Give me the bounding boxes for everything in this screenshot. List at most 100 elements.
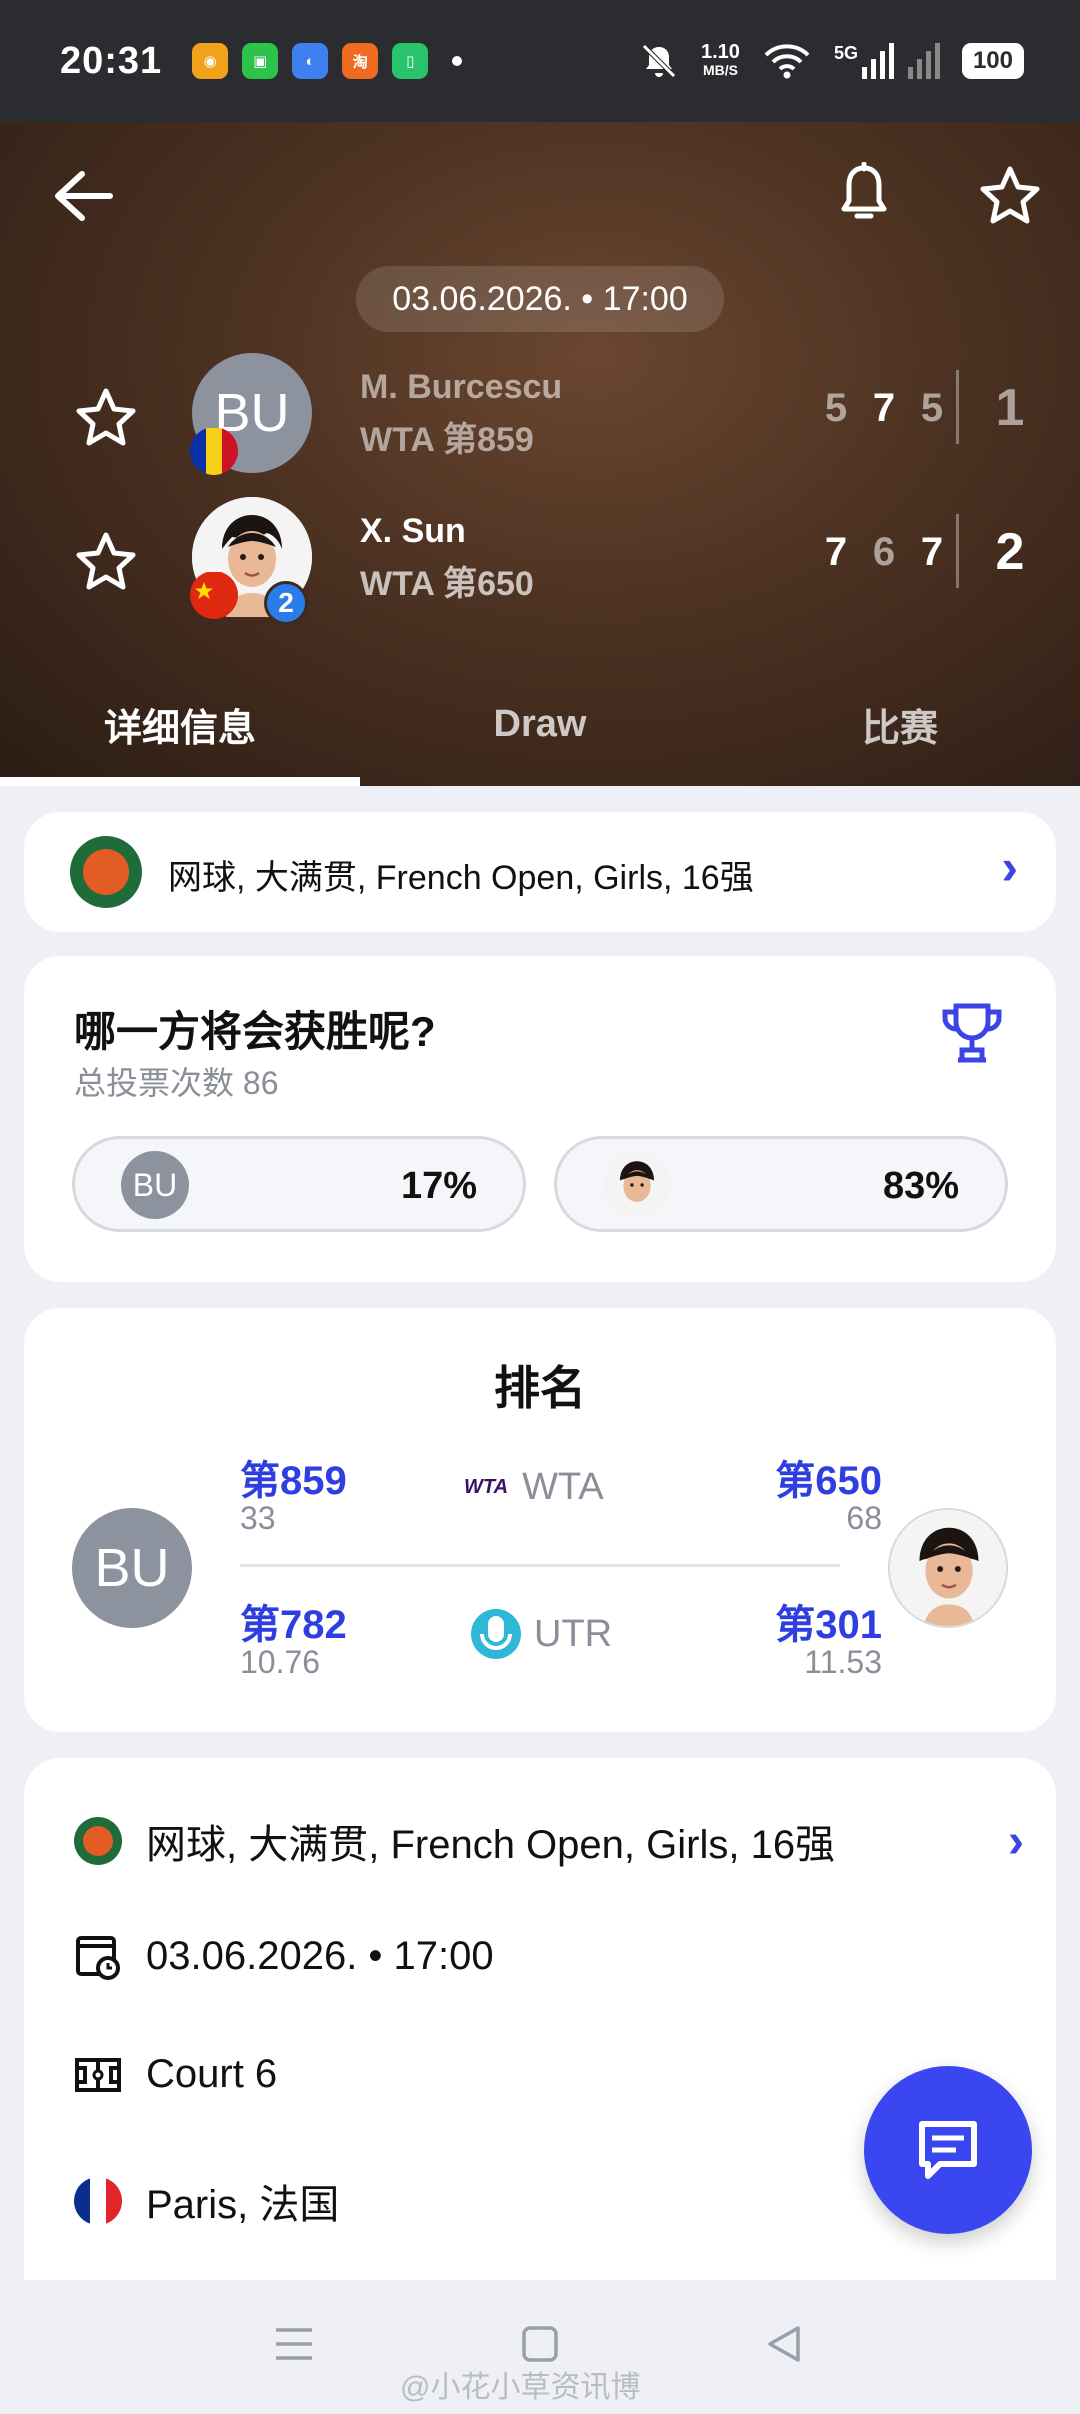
tab-details[interactable]: 详细信息: [0, 662, 360, 786]
status-time: 20:31: [60, 39, 163, 82]
score-divider: [956, 370, 959, 444]
menu-icon[interactable]: [274, 2324, 314, 2364]
info-location-row: Paris, 法国: [74, 2172, 339, 2230]
player2-avatar: 2: [190, 497, 312, 625]
vote-player2-button[interactable]: 83%: [554, 1136, 1008, 1232]
wta-p1-points: 33: [240, 1500, 276, 1536]
wta-logo-icon: WTA: [464, 1476, 509, 1498]
mute-icon: [642, 44, 676, 78]
phone-manager-icon: ▯: [392, 43, 429, 79]
tournament-breadcrumb: 网球, 大满贯, French Open, Girls, 16强: [168, 859, 754, 897]
player2-name[interactable]: X. Sun: [360, 512, 466, 551]
player1-avatar: BU: [190, 353, 312, 475]
player1-rank: WTA 第859: [360, 421, 534, 459]
bell-icon: [841, 162, 887, 219]
vote-player1-button[interactable]: BU 17%: [72, 1136, 526, 1232]
ranking-card: 排名 BU 第859 33 WTA WTA 第650 68 第782 10.76…: [24, 1308, 1056, 1732]
chat-icon: [919, 2121, 977, 2179]
wta-label: WTA WTA: [464, 1466, 604, 1509]
net-speed: 1.10 MB/S: [701, 41, 740, 79]
ranking-title: 排名: [494, 1362, 586, 1414]
screen: 20:31 ◉ ▣ ◐ 淘 ▯ 1.10 MB/S 5G 100 03.06.2…: [0, 0, 1080, 2414]
utr-p1-points: 10.76: [240, 1644, 321, 1680]
set-score: 5: [824, 386, 848, 430]
romania-flag-icon: [190, 427, 238, 475]
match-tabs: 详细信息 Draw 比赛: [0, 662, 1080, 786]
roland-garros-logo: [74, 1817, 122, 1865]
arrow-left-icon: [55, 171, 113, 221]
set-score: 5: [920, 386, 944, 430]
utr-logo-icon: [471, 1609, 521, 1659]
set-score: 6: [872, 530, 896, 574]
home-icon[interactable]: [520, 2324, 560, 2364]
utr-p1-rank: 第782: [240, 1603, 347, 1647]
more-notifications-dot: [452, 56, 463, 66]
vote-card: 哪一方将会获胜呢? 总投票次数 86 BU 17% 83%: [24, 956, 1056, 1282]
court-icon: [75, 2057, 121, 2092]
battery-indicator: 100: [961, 43, 1024, 79]
wta-p2-rank: 第650: [775, 1459, 882, 1503]
utr-p2-rank: 第301: [775, 1603, 882, 1647]
match-date-pill: 03.06.2026. • 17:00: [356, 266, 724, 332]
favorite-match-button[interactable]: [970, 156, 1050, 236]
player1-name[interactable]: M. Burcescu: [360, 368, 562, 407]
favorite-player2-button[interactable]: [74, 530, 138, 599]
chevron-right-icon: ›: [1001, 839, 1018, 895]
match-header: 03.06.2026. • 17:00 BU M. Burcescu WTA 第…: [0, 122, 1080, 786]
info-date-row: 03.06.2026. • 17:00: [74, 1932, 494, 1980]
weibo-icon: ◉: [192, 43, 229, 79]
player2-avatar: [888, 1508, 1008, 1628]
wifi-icon: [764, 44, 810, 79]
seed-badge: 2: [264, 581, 308, 625]
notification-app-icons: ◉ ▣ ◐ 淘 ▯: [192, 43, 463, 79]
player2-row[interactable]: 2 X. Sun WTA 第650 7 6 7 2: [0, 492, 1080, 625]
wta-p2-points: 68: [846, 1500, 882, 1536]
vote-title: 哪一方将会获胜呢?: [74, 1008, 436, 1055]
wta-label-text: WTA: [522, 1466, 604, 1508]
roland-garros-logo: [70, 836, 142, 908]
tab-draw[interactable]: Draw: [360, 662, 720, 786]
info-tournament-row[interactable]: 网球, 大满贯, French Open, Girls, 16强 ›: [74, 1812, 1024, 1870]
set-score: 7: [920, 530, 944, 574]
tab-matches[interactable]: 比赛: [720, 662, 1080, 786]
player2-rank: WTA 第650: [360, 565, 534, 603]
net-speed-unit: MB/S: [702, 62, 738, 78]
chat-fab-button[interactable]: [864, 2066, 1032, 2234]
browser-icon: ◐: [292, 43, 329, 79]
cellular-signal-icon: 5G: [834, 43, 940, 79]
ranking-divider: [240, 1564, 840, 1567]
vote-player2-percent: 83%: [882, 1165, 959, 1207]
player1-total: 1: [995, 379, 1025, 437]
info-court-row: Court 6: [74, 2052, 277, 2097]
info-location-text: Paris, 法国: [146, 2183, 340, 2227]
calendar-clock-icon: [76, 1936, 120, 1980]
star-icon: [980, 166, 1040, 224]
set-score: 7: [872, 386, 896, 430]
wechat-icon: ▣: [242, 43, 279, 79]
china-flag-icon: [190, 571, 238, 619]
player1-row[interactable]: BU M. Burcescu WTA 第859 5 7 5 1: [0, 348, 1080, 478]
net-speed-value: 1.10: [701, 41, 740, 63]
trophy-icon: [942, 1003, 1002, 1063]
status-bar: 20:31 ◉ ▣ ◐ 淘 ▯ 1.10 MB/S 5G 100: [0, 0, 1080, 122]
score-divider: [956, 514, 959, 588]
wta-p1-rank: 第859: [240, 1459, 347, 1503]
player2-set-scores: 7 6 7: [822, 530, 946, 575]
tournament-link-card[interactable]: 网球, 大满贯, French Open, Girls, 16强 ›: [24, 812, 1056, 932]
vote-player1-percent: 17%: [400, 1165, 477, 1207]
notification-button[interactable]: [826, 156, 902, 232]
player1-set-scores: 5 7 5: [822, 386, 946, 431]
player1-avatar: BU: [72, 1508, 192, 1628]
france-flag-icon: [74, 2177, 122, 2225]
utr-label-text: UTR: [534, 1612, 613, 1655]
favorite-player1-button[interactable]: [74, 386, 138, 455]
player1-avatar: BU: [121, 1151, 189, 1219]
chevron-right-icon: ›: [1008, 1814, 1024, 1868]
taobao-icon: 淘: [342, 43, 379, 79]
player2-avatar: [603, 1151, 671, 1219]
watermark: @小花小草资讯博: [400, 2371, 641, 2404]
player2-total: 2: [995, 523, 1025, 581]
back-nav-icon[interactable]: [764, 2324, 804, 2364]
star-icon: [76, 388, 136, 446]
back-button[interactable]: [46, 160, 118, 232]
